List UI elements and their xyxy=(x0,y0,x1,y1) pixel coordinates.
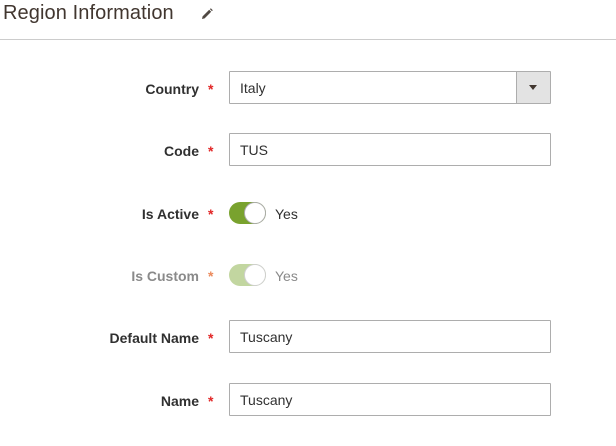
is-custom-label: Is Custom xyxy=(131,268,199,284)
section-header: Region Information xyxy=(0,0,616,40)
is-active-state-text: Yes xyxy=(275,206,298,222)
code-label: Code xyxy=(164,143,199,159)
name-label: Name xyxy=(160,393,199,409)
pencil-icon[interactable] xyxy=(199,6,215,22)
section-title: Region Information xyxy=(3,2,174,24)
is-active-toggle-knob xyxy=(244,202,266,224)
default-name-label: Default Name xyxy=(109,330,199,346)
is-custom-toggle xyxy=(229,264,266,286)
is-active-required-mark: * xyxy=(208,206,214,222)
name-required-mark: * xyxy=(208,393,214,409)
default-name-required-mark: * xyxy=(208,330,214,346)
country-label: Country xyxy=(145,81,199,97)
country-select-toggle[interactable] xyxy=(516,72,550,103)
country-select-value: Italy xyxy=(240,80,266,96)
is-custom-state-text: Yes xyxy=(275,268,298,284)
is-custom-required-mark: * xyxy=(208,268,214,284)
country-required-mark: * xyxy=(208,81,214,97)
region-information-page: Region Information Country * Italy Code … xyxy=(0,0,616,446)
code-input[interactable] xyxy=(229,133,551,166)
chevron-down-icon xyxy=(529,85,537,90)
is-active-toggle[interactable] xyxy=(229,202,266,224)
code-required-mark: * xyxy=(208,143,214,159)
is-active-label: Is Active xyxy=(141,206,199,222)
default-name-input[interactable] xyxy=(229,320,551,353)
is-custom-toggle-knob xyxy=(244,264,266,286)
name-input[interactable] xyxy=(229,383,551,416)
country-select[interactable]: Italy xyxy=(229,71,551,104)
